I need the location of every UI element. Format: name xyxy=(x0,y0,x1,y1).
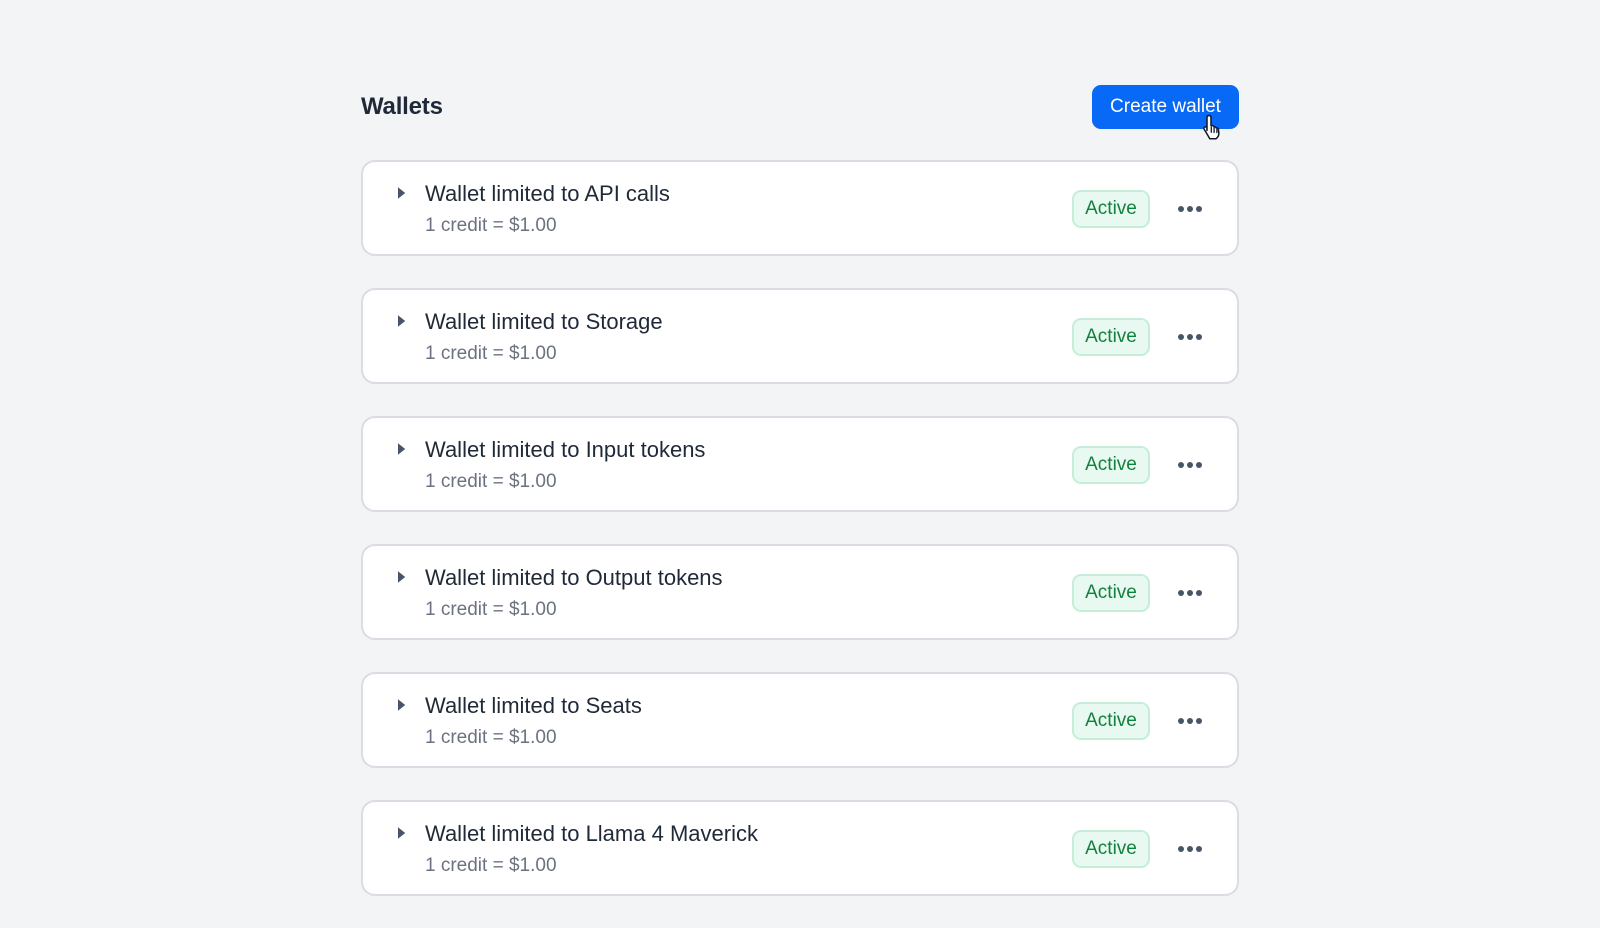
wallet-card[interactable]: Wallet limited to Storage 1 credit = $1.… xyxy=(361,288,1239,384)
caret-right-icon[interactable] xyxy=(395,312,409,330)
wallet-name: Wallet limited to Output tokens xyxy=(425,565,723,590)
more-horizontal-icon xyxy=(1178,718,1202,724)
caret-right-icon[interactable] xyxy=(395,184,409,202)
more-horizontal-icon xyxy=(1178,590,1202,596)
status-badge: Active xyxy=(1072,190,1150,228)
status-badge: Active xyxy=(1072,702,1150,740)
wallet-card[interactable]: Wallet limited to API calls 1 credit = $… xyxy=(361,160,1239,256)
wallet-name: Wallet limited to Seats xyxy=(425,693,642,718)
wallet-card[interactable]: Wallet limited to Llama 4 Maverick 1 cre… xyxy=(361,800,1239,896)
page-header: Wallets Create wallet xyxy=(361,85,1239,129)
wallet-list: Wallet limited to API calls 1 credit = $… xyxy=(361,160,1239,928)
more-horizontal-icon xyxy=(1178,206,1202,212)
wallet-rate: 1 credit = $1.00 xyxy=(425,855,557,876)
wallets-page: Wallets Create wallet Wallet limited to … xyxy=(361,0,1239,896)
wallet-card[interactable]: Wallet limited to Input tokens 1 credit … xyxy=(361,416,1239,512)
wallet-name: Wallet limited to Storage xyxy=(425,309,663,334)
wallet-rate: 1 credit = $1.00 xyxy=(425,215,557,236)
wallet-name: Wallet limited to Input tokens xyxy=(425,437,706,462)
wallet-rate: 1 credit = $1.00 xyxy=(425,599,557,620)
wallet-name: Wallet limited to Llama 4 Maverick xyxy=(425,821,758,846)
more-actions-button[interactable] xyxy=(1175,324,1205,350)
caret-right-icon[interactable] xyxy=(395,696,409,714)
more-actions-button[interactable] xyxy=(1175,836,1205,862)
more-horizontal-icon xyxy=(1178,334,1202,340)
more-actions-button[interactable] xyxy=(1175,708,1205,734)
wallet-card[interactable]: Wallet limited to Output tokens 1 credit… xyxy=(361,544,1239,640)
more-actions-button[interactable] xyxy=(1175,580,1205,606)
more-actions-button[interactable] xyxy=(1175,196,1205,222)
caret-right-icon[interactable] xyxy=(395,824,409,842)
wallet-card[interactable]: Wallet limited to Seats 1 credit = $1.00… xyxy=(361,672,1239,768)
caret-right-icon[interactable] xyxy=(395,440,409,458)
wallet-rate: 1 credit = $1.00 xyxy=(425,727,557,748)
caret-right-icon[interactable] xyxy=(395,568,409,586)
status-badge: Active xyxy=(1072,318,1150,356)
wallet-rate: 1 credit = $1.00 xyxy=(425,343,557,364)
more-horizontal-icon xyxy=(1178,846,1202,852)
page-title: Wallets xyxy=(361,93,443,120)
wallet-name: Wallet limited to API calls xyxy=(425,181,670,206)
wallet-rate: 1 credit = $1.00 xyxy=(425,471,557,492)
more-horizontal-icon xyxy=(1178,462,1202,468)
more-actions-button[interactable] xyxy=(1175,452,1205,478)
status-badge: Active xyxy=(1072,574,1150,612)
status-badge: Active xyxy=(1072,830,1150,868)
status-badge: Active xyxy=(1072,446,1150,484)
create-wallet-button[interactable]: Create wallet xyxy=(1092,85,1239,129)
